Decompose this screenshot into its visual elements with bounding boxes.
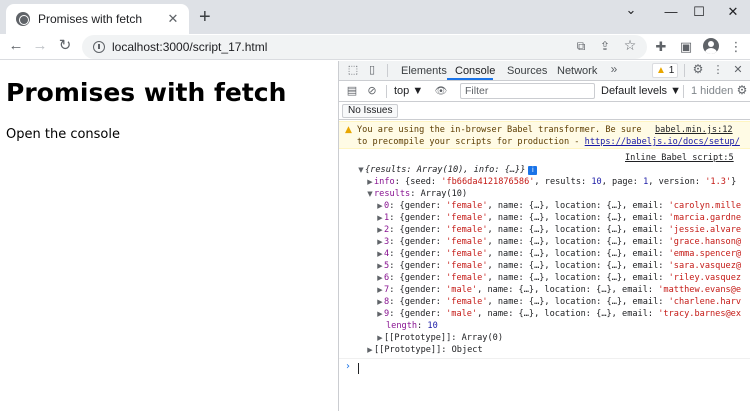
- browser-toolbar: ← → ↻ localhost:3000/script_17.html ⧉ ⇪ …: [0, 34, 750, 60]
- babel-warning-message: ▲ You are using the in-browser Babel tra…: [339, 121, 750, 149]
- log-levels-dropdown[interactable]: Default levels ▼: [601, 85, 681, 97]
- warning-text-line2: to precompile your scripts for productio…: [357, 137, 740, 147]
- forward-button[interactable]: →: [29, 36, 51, 56]
- log-object-root[interactable]: ▼{results: Array(10), info: {…}} i: [339, 164, 750, 176]
- inspect-element-icon[interactable]: ⬚: [346, 63, 360, 78]
- devtools-menu-icon[interactable]: ⋮: [711, 63, 725, 78]
- tab-strip: Promises with fetch ✕ + ⌄ — ☐ ✕: [0, 0, 750, 34]
- console-prompt-icon: ›: [346, 361, 350, 372]
- back-button[interactable]: ←: [5, 36, 27, 56]
- reload-button[interactable]: ↻: [54, 36, 76, 56]
- warning-source-link[interactable]: babel.min.js:12: [655, 124, 733, 136]
- collapsed-arrow-icon: ▶: [377, 310, 383, 318]
- log-array-prototype[interactable]: ▶[[Prototype]]: Array(0): [339, 332, 750, 344]
- tab-console[interactable]: Console: [455, 65, 495, 77]
- expanded-arrow-icon[interactable]: ▼: [366, 188, 374, 200]
- collapsed-arrow-icon: ▶: [377, 262, 383, 270]
- browser-tab[interactable]: Promises with fetch ✕: [6, 4, 189, 34]
- log-source-link[interactable]: Inline Babel script:5: [625, 152, 734, 164]
- console-settings-icon[interactable]: ⚙: [735, 83, 749, 98]
- page-text: Open the console: [6, 127, 120, 142]
- settings-gear-icon[interactable]: ⚙: [691, 62, 705, 77]
- more-tabs-icon[interactable]: »: [607, 62, 621, 77]
- list-item[interactable]: ▶1: {gender: 'female', name: {…}, locati…: [339, 212, 750, 224]
- collapsed-arrow-icon: ▶: [377, 226, 383, 234]
- list-item[interactable]: ▶9: {gender: 'male', name: {…}, location…: [339, 308, 750, 320]
- tab-sources[interactable]: Sources: [507, 65, 547, 77]
- context-selector[interactable]: top ▼: [394, 85, 423, 97]
- warning-text-line1: You are using the in-browser Babel trans…: [357, 125, 642, 135]
- devtools-panel: ⬚ ▯ Elements Console Sources Network » ▲…: [338, 61, 750, 411]
- log-object-prototype[interactable]: ▶[[Prototype]]: Object: [339, 344, 750, 356]
- collapsed-arrow-icon: ▶: [377, 238, 383, 246]
- active-tab-indicator: [447, 78, 493, 80]
- page-viewport: Promises with fetch Open the console: [0, 61, 338, 411]
- log-length-property: length: 10: [386, 321, 438, 331]
- collapsed-arrow-icon: ▶: [377, 286, 383, 294]
- tab-title: Promises with fetch: [38, 12, 143, 26]
- collapsed-arrow-icon: ▶: [377, 298, 383, 306]
- collapsed-arrow-icon: ▶: [377, 334, 383, 342]
- collapsed-arrow-icon[interactable]: ▶: [366, 176, 374, 188]
- warning-count: 1: [668, 65, 675, 76]
- share-icon[interactable]: ⇪: [597, 39, 613, 53]
- collapsed-arrow-icon: ▶: [377, 202, 383, 210]
- console-filter-input[interactable]: [460, 83, 595, 99]
- collapsed-arrow-icon: ▶: [377, 250, 383, 258]
- new-tab-button[interactable]: +: [199, 7, 211, 27]
- list-item[interactable]: ▶0: {gender: 'female', name: {…}, locati…: [339, 200, 750, 212]
- log-results-property[interactable]: ▼results: Array(10): [339, 188, 750, 200]
- list-item[interactable]: ▶4: {gender: 'female', name: {…}, locati…: [339, 248, 750, 260]
- info-badge-icon[interactable]: i: [528, 166, 538, 175]
- warning-icon: ▲: [345, 125, 352, 135]
- toolbar-divider: [684, 64, 685, 77]
- console-sidebar-icon[interactable]: ▤: [345, 84, 359, 99]
- toolbar-divider: [387, 64, 388, 77]
- collapsed-arrow-icon: ▶: [367, 346, 373, 354]
- window-close-button[interactable]: ✕: [713, 2, 750, 22]
- hidden-count: 1 hidden: [691, 85, 734, 97]
- collapsed-arrow-icon: ▶: [377, 274, 383, 282]
- console-divider: [339, 358, 750, 359]
- profile-avatar[interactable]: [703, 38, 719, 54]
- expanded-arrow-icon[interactable]: ▼: [357, 164, 365, 176]
- browser-menu-icon[interactable]: ⋮: [727, 38, 745, 56]
- list-item[interactable]: ▶2: {gender: 'female', name: {…}, locati…: [339, 224, 750, 236]
- issues-button[interactable]: No Issues: [342, 104, 399, 118]
- devtools-tabbar: ⬚ ▯ Elements Console Sources Network » ▲…: [339, 61, 750, 81]
- list-item[interactable]: ▶8: {gender: 'female', name: {…}, locati…: [339, 296, 750, 308]
- list-item[interactable]: ▶3: {gender: 'female', name: {…}, locati…: [339, 236, 750, 248]
- issues-bar: No Issues: [339, 102, 750, 120]
- warning-count-badge[interactable]: ▲ 1: [652, 63, 679, 78]
- address-bar[interactable]: localhost:3000/script_17.html ⧉ ⇪ ☆: [82, 35, 647, 59]
- clear-console-icon[interactable]: ⊘: [365, 84, 379, 99]
- toolbar-divider: [386, 85, 387, 98]
- globe-icon: [16, 12, 30, 26]
- translate-icon[interactable]: ⧉: [573, 39, 589, 54]
- extensions-icon[interactable]: ✚: [652, 38, 670, 56]
- list-item[interactable]: ▶7: {gender: 'male', name: {…}, location…: [339, 284, 750, 296]
- side-panel-icon[interactable]: ▣: [677, 38, 695, 56]
- list-item[interactable]: ▶6: {gender: 'female', name: {…}, locati…: [339, 272, 750, 284]
- live-expression-eye-icon[interactable]: 👁: [434, 84, 448, 99]
- console-filter-bar: ▤ ⊘ top ▼ 👁 Default levels ▼ 1 hidden ⚙: [339, 81, 750, 102]
- bookmark-star-icon[interactable]: ☆: [622, 37, 638, 54]
- tab-close-icon[interactable]: ✕: [165, 11, 181, 27]
- log-info-property[interactable]: ▶info: {seed: 'fb66da4121876586', result…: [339, 176, 750, 188]
- list-item[interactable]: ▶5: {gender: 'female', name: {…}, locati…: [339, 260, 750, 272]
- tab-network[interactable]: Network: [557, 65, 597, 77]
- page-heading: Promises with fetch: [6, 78, 287, 107]
- devtools-close-icon[interactable]: ✕: [731, 63, 745, 78]
- collapsed-arrow-icon: ▶: [377, 214, 383, 222]
- tab-elements[interactable]: Elements: [401, 65, 447, 77]
- site-info-icon[interactable]: [93, 41, 105, 53]
- tab-search-icon[interactable]: ⌄: [611, 0, 651, 20]
- console-output[interactable]: ▲ You are using the in-browser Babel tra…: [339, 121, 750, 411]
- device-toolbar-icon[interactable]: ▯: [365, 63, 379, 78]
- warning-icon: ▲: [656, 65, 666, 76]
- babel-docs-link[interactable]: https://babeljs.io/docs/setup/: [585, 137, 740, 147]
- url-text: localhost:3000/script_17.html: [112, 40, 268, 54]
- toolbar-divider: [683, 85, 684, 98]
- console-input-caret[interactable]: [358, 363, 359, 374]
